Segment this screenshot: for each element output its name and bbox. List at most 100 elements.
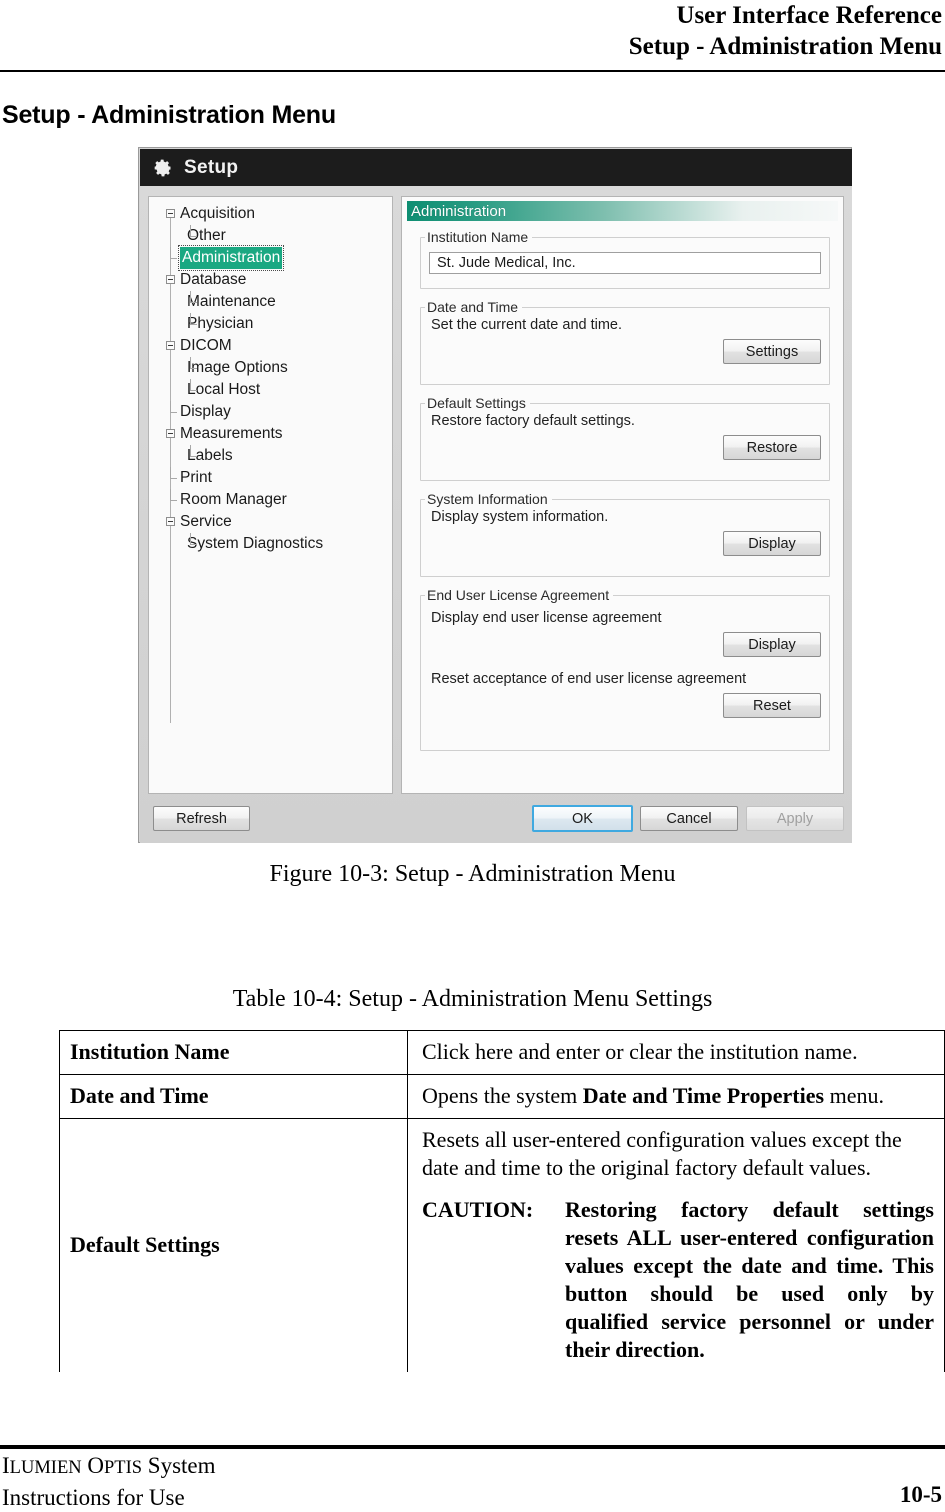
tree-item-print[interactable]: Print	[149, 467, 392, 489]
tree-item-physician[interactable]: Physician	[149, 313, 392, 335]
tree-item-acquisition[interactable]: Acquisition	[149, 203, 392, 225]
tree-item-maintenance[interactable]: Maintenance	[149, 291, 392, 313]
table-cell-term: Default Settings	[59, 1118, 408, 1372]
caution-text: Restoring factory default settings reset…	[565, 1197, 934, 1362]
tree-item-label: Other	[187, 227, 226, 244]
tree-item-label: Image Options	[187, 359, 288, 376]
administration-settings-panel: Administration Institution Name St. Jude…	[401, 196, 844, 794]
tree-elbow-connector-icon	[167, 489, 177, 511]
footer-product-rest-1: LUMIEN	[9, 1458, 82, 1478]
setup-dialog: Setup Acquisition Other Administration Data…	[138, 147, 852, 843]
tree-item-administration[interactable]: Administration	[149, 245, 392, 271]
table-row: Default Settings Resets all user-entered…	[59, 1118, 945, 1372]
expander-collapse-icon[interactable]	[166, 275, 175, 284]
institution-name-value: St. Jude Medical, Inc.	[437, 255, 576, 271]
group-legend-default-settings: Default Settings	[425, 395, 530, 411]
dialog-body: Acquisition Other Administration Database Ma…	[140, 186, 852, 843]
expander-collapse-icon[interactable]	[166, 429, 175, 438]
table-cell-term: Institution Name	[59, 1030, 408, 1075]
table-cell-term: Date and Time	[59, 1074, 408, 1119]
settings-tree-panel[interactable]: Acquisition Other Administration Database Ma…	[148, 196, 393, 794]
table-cell-description: Click here and enter or clear the instit…	[407, 1030, 945, 1075]
page-footer: ILUMIEN OPTIS System Instructions for Us…	[0, 1451, 945, 1512]
tree-item-label: Room Manager	[180, 491, 287, 508]
tree-item-service[interactable]: Service	[149, 511, 392, 533]
group-legend-system-information: System Information	[425, 491, 552, 507]
footer-product-tail: System	[142, 1453, 216, 1478]
administration-banner: Administration	[407, 201, 838, 221]
footer-rule	[0, 1445, 945, 1449]
gear-icon	[154, 159, 172, 176]
tree-item-label: Local Host	[187, 381, 261, 398]
caution-label: CAUTION:	[422, 1197, 534, 1222]
footer-product-line: ILUMIEN OPTIS System Instructions for Us…	[2, 1451, 216, 1512]
tree-item-labels[interactable]: Labels	[149, 445, 392, 467]
group-eula: End User License Agreement Display end u…	[420, 587, 830, 751]
expander-collapse-icon[interactable]	[166, 209, 175, 218]
footer-product-name: ILUMIEN OPTIS System	[2, 1451, 216, 1483]
tree-item-measurements[interactable]: Measurements	[149, 423, 392, 445]
eula-reset-button[interactable]: Reset	[723, 693, 821, 718]
caution-block: CAUTION: Restoring factory default settin…	[422, 1196, 934, 1364]
footer-product-lead-1: I	[2, 1453, 10, 1478]
tree-item-label: Maintenance	[187, 293, 276, 310]
group-legend-date-and-time: Date and Time	[425, 299, 523, 315]
group-default-settings: Default Settings Restore factory default…	[420, 395, 830, 481]
table-row: Institution Name Click here and enter or…	[59, 1030, 945, 1075]
tree-elbow-connector-icon	[167, 401, 177, 423]
figure-caption: Figure 10-3: Setup - Administration Menu	[269, 861, 676, 887]
institution-name-input[interactable]: St. Jude Medical, Inc.	[429, 252, 821, 274]
tree-item-display[interactable]: Display	[149, 401, 392, 423]
dialog-title: Setup	[184, 156, 239, 178]
tree-item-image-options[interactable]: Image Options	[149, 357, 392, 379]
table-cell-description: Resets all user-entered configuration va…	[407, 1118, 945, 1372]
default-settings-desc-paragraph: Resets all user-entered configuration va…	[422, 1127, 902, 1180]
tree-item-database[interactable]: Database	[149, 269, 392, 291]
group-date-and-time: Date and Time Set the current date and t…	[420, 299, 830, 385]
tree-item-label: Labels	[187, 447, 233, 464]
tree-item-label: System Diagnostics	[187, 535, 324, 552]
apply-button: Apply	[746, 806, 844, 831]
dialog-button-bar: Refresh OK Cancel Apply	[140, 800, 852, 843]
tree-item-other[interactable]: Other	[149, 225, 392, 247]
settings-tree[interactable]: Acquisition Other Administration Database Ma…	[149, 197, 392, 555]
tree-item-label: Database	[180, 271, 247, 288]
expander-collapse-icon[interactable]	[166, 341, 175, 350]
desc-text-bold: Date and Time Properties	[582, 1083, 825, 1108]
footer-product-rest-2: PTIS	[103, 1458, 143, 1478]
desc-text-pre: Opens the system	[422, 1083, 583, 1108]
tree-item-dicom[interactable]: DICOM	[149, 335, 392, 357]
refresh-button[interactable]: Refresh	[153, 806, 250, 831]
tree-elbow-connector-icon	[167, 467, 177, 489]
tree-item-local-host[interactable]: Local Host	[149, 379, 392, 401]
table-row: Date and Time Opens the system Date and …	[59, 1074, 945, 1119]
tree-item-label: DICOM	[180, 337, 232, 354]
group-institution-name: Institution Name St. Jude Medical, Inc.	[420, 229, 830, 289]
group-legend-eula: End User License Agreement	[425, 587, 614, 603]
tree-item-room-manager[interactable]: Room Manager	[149, 489, 392, 511]
eula-reset-description: Reset acceptance of end user license agr…	[431, 671, 747, 687]
tree-item-label: Measurements	[180, 425, 283, 442]
page-title: Setup - Administration Menu	[2, 101, 336, 129]
tree-item-system-diagnostics[interactable]: System Diagnostics	[149, 533, 392, 555]
cancel-button[interactable]: Cancel	[640, 806, 738, 831]
system-information-display-button[interactable]: Display	[723, 531, 821, 556]
running-header: User Interface Reference Setup - Adminis…	[0, 0, 945, 62]
eula-display-button[interactable]: Display	[723, 632, 821, 657]
administration-banner-label: Administration	[411, 202, 507, 220]
running-header-line-2: Setup - Administration Menu	[628, 33, 942, 60]
tree-item-label: Print	[180, 469, 212, 486]
date-and-time-settings-button[interactable]: Settings	[723, 339, 821, 364]
group-system-information: System Information Display system inform…	[420, 491, 830, 577]
tree-elbow-connector-icon	[167, 247, 177, 269]
dialog-titlebar: Setup	[140, 149, 852, 186]
restore-defaults-button[interactable]: Restore	[723, 435, 821, 460]
table-caption: Table 10-4: Setup - Administration Menu …	[232, 986, 713, 1012]
tree-item-label: Administration	[177, 245, 285, 271]
running-header-line-1: User Interface Reference	[676, 2, 942, 29]
group-legend-institution-name: Institution Name	[425, 229, 533, 245]
tree-item-label: Service	[180, 513, 232, 530]
ok-button[interactable]: OK	[532, 805, 633, 832]
expander-collapse-icon[interactable]	[166, 517, 175, 526]
desc-text-post: menu.	[824, 1083, 884, 1108]
